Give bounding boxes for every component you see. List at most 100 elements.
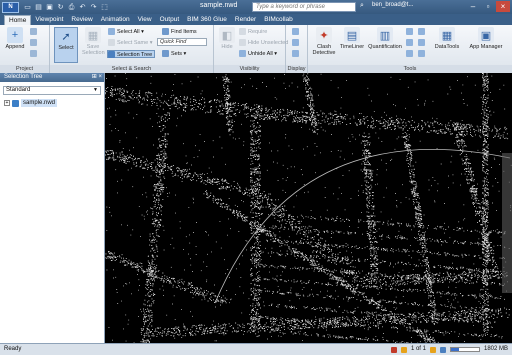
title-bar: N ▭ ▤ ▣ ↻ ⎙ ↶ ↷ ⬚ sample.nwd Type a keyw…	[0, 0, 512, 14]
expand-icon[interactable]: +	[4, 100, 10, 106]
tab-viewpoint[interactable]: Viewpoint	[31, 15, 67, 25]
point-cloud-points	[105, 73, 512, 343]
hide-icon: ◧	[219, 27, 235, 43]
timeliner-button[interactable]: ▤ TimeLiner	[339, 27, 365, 50]
select-same-button[interactable]: Select Same ▾	[108, 39, 152, 47]
appearance-profiler-icon[interactable]	[406, 50, 415, 58]
status-right: 1 of 1 1802 MB	[390, 344, 508, 355]
quick-find-input[interactable]: Quick Find	[157, 38, 207, 46]
first-sheet-icon[interactable]	[390, 346, 397, 353]
tab-bimcollab[interactable]: BIMcollab	[260, 15, 297, 25]
selection-tree-panel: Selection Tree ⊞ × Standard ▼ + sample.n…	[0, 73, 105, 343]
ribbon-tabs: Home Viewpoint Review Animation View Out…	[0, 14, 512, 25]
save-icon[interactable]: ▣	[45, 3, 54, 12]
next-sheet-icon[interactable]	[429, 346, 436, 353]
tab-bim360-glue[interactable]: BIM 360 Glue	[183, 15, 231, 25]
quick-properties-icon[interactable]	[292, 50, 301, 58]
tab-home[interactable]: Home	[4, 15, 32, 25]
group-label-select-search: Select & Search	[50, 65, 213, 73]
compare-icon[interactable]	[418, 39, 427, 47]
autodesk-rendering-icon[interactable]	[418, 50, 427, 58]
unhide-all-button[interactable]: Unhide All ▾	[239, 50, 277, 58]
quantification-icon: ▥	[377, 27, 393, 43]
refresh-icon[interactable]: ↻	[56, 3, 65, 12]
hide-unselected-button[interactable]: Hide Unselected	[239, 39, 288, 47]
refresh-small-icon[interactable]	[30, 28, 39, 36]
file-options-icon[interactable]	[30, 50, 39, 58]
memory-bar	[449, 347, 480, 352]
panel-header: Selection Tree ⊞ ×	[0, 73, 104, 82]
append-button[interactable]: + Append	[4, 27, 26, 50]
batch-utility-icon[interactable]	[418, 28, 427, 36]
redo-icon[interactable]: ↷	[89, 3, 98, 12]
select-button[interactable]: ➚ Select	[54, 27, 78, 63]
app-manager-button[interactable]: ▣ App Manager	[468, 27, 504, 50]
sheet-browser-icon[interactable]	[439, 346, 446, 353]
group-label-tools: Tools	[308, 65, 512, 73]
status-text: Ready	[4, 346, 22, 352]
properties-icon[interactable]	[292, 28, 301, 36]
minimize-button[interactable]: –	[466, 1, 480, 12]
binoculars-icon[interactable]: ⌕	[360, 2, 364, 10]
timeliner-icon: ▤	[344, 27, 360, 43]
maximize-button[interactable]: ▫	[481, 1, 495, 12]
group-project: + Append Project	[0, 25, 50, 73]
find-items-button[interactable]: Find Items	[162, 28, 197, 36]
application-menu-button[interactable]: N	[2, 1, 19, 13]
reset-icon[interactable]	[30, 39, 39, 47]
save-selection-icon: ▦	[85, 27, 101, 43]
tree-mode-dropdown[interactable]: Standard ▼	[3, 86, 101, 95]
tab-animation[interactable]: Animation	[97, 15, 134, 25]
user-account[interactable]: ben_broad@t...	[372, 2, 413, 8]
group-label-project: Project	[0, 65, 49, 73]
group-label-display: Display	[286, 65, 307, 73]
quantification-button[interactable]: ▥ Quantification	[367, 27, 403, 50]
window-controls: – ▫ ×	[466, 1, 510, 12]
status-bar: Ready 1 of 1 1802 MB	[0, 343, 512, 355]
clash-detective-button[interactable]: ✦ Clash Detective	[312, 27, 336, 56]
memory-usage: 1802 MB	[483, 346, 508, 352]
new-icon[interactable]: ▭	[23, 3, 32, 12]
animator-icon[interactable]	[406, 28, 415, 36]
selection-tree-button[interactable]: Selection Tree	[107, 50, 156, 59]
cable-line	[214, 149, 511, 304]
tab-view[interactable]: View	[134, 15, 156, 25]
scripter-icon[interactable]	[406, 39, 415, 47]
chevron-down-icon: ▼	[93, 87, 98, 93]
clash-icon: ✦	[316, 27, 332, 43]
open-icon[interactable]: ▤	[34, 3, 43, 12]
save-selection-button[interactable]: ▦ Save Selection	[82, 27, 105, 56]
close-button[interactable]: ×	[496, 1, 510, 12]
hide-button[interactable]: ◧ Hide	[216, 27, 238, 50]
require-button[interactable]: Require	[239, 28, 267, 36]
undo-icon[interactable]: ↶	[78, 3, 87, 12]
tab-output[interactable]: Output	[156, 15, 184, 25]
links-icon[interactable]	[292, 39, 301, 47]
document-title: sample.nwd	[200, 2, 238, 9]
prev-sheet-icon[interactable]	[400, 346, 407, 353]
scene-viewport[interactable]	[105, 73, 512, 343]
append-icon: +	[7, 27, 23, 43]
sets-button[interactable]: Sets ▾	[162, 50, 186, 58]
tree-item[interactable]: + sample.nwd	[4, 99, 100, 107]
ribbon: + Append Project ➚ Select ▦ Save Selecti…	[0, 25, 512, 73]
page-indicator: 1 of 1	[410, 346, 426, 352]
search-input[interactable]: Type a keyword or phrase	[252, 2, 356, 12]
tab-render[interactable]: Render	[231, 15, 260, 25]
navigation-bar[interactable]	[502, 153, 512, 293]
quick-access-toolbar: ▭ ▤ ▣ ↻ ⎙ ↶ ↷ ⬚	[23, 3, 109, 12]
panel-controls[interactable]: ⊞ ×	[92, 73, 102, 82]
select-all-button[interactable]: Select All ▾	[108, 28, 144, 36]
group-label-visibility: Visibility	[214, 65, 285, 73]
print-icon[interactable]: ⎙	[67, 3, 76, 12]
datatools-button[interactable]: ▦ DataTools	[432, 27, 462, 50]
select-icon[interactable]: ⬚	[100, 3, 109, 12]
title-tools: ⌕	[360, 2, 364, 10]
cursor-icon: ➚	[61, 30, 71, 43]
group-display: Display	[286, 25, 308, 73]
app-manager-icon: ▣	[478, 27, 494, 43]
tab-review[interactable]: Review	[67, 15, 96, 25]
group-tools: ✦ Clash Detective ▤ TimeLiner ▥ Quantifi…	[308, 25, 512, 73]
file-icon	[12, 99, 19, 107]
group-visibility: ◧ Hide Require Hide Unselected Unhide Al…	[214, 25, 288, 73]
